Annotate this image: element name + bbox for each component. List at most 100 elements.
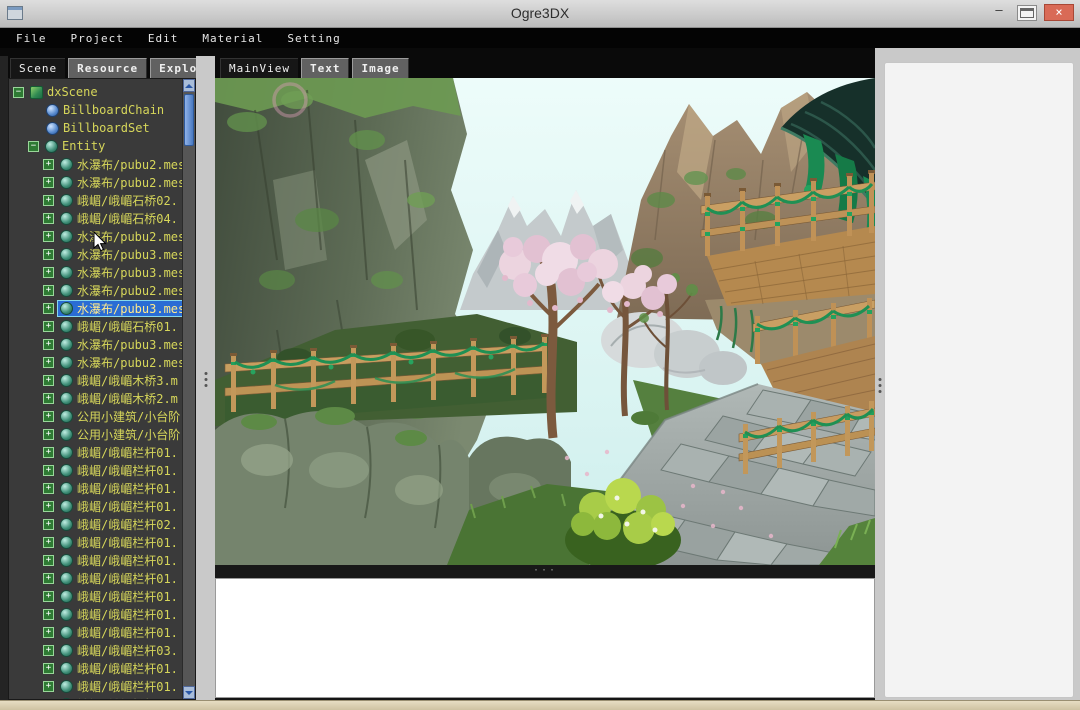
mesh-icon xyxy=(60,356,73,369)
plus-expander-icon[interactable]: + xyxy=(43,663,54,674)
tree-item-label: 峨嵋/峨嵋石桥02. xyxy=(76,192,178,209)
menu-item-setting[interactable]: Setting xyxy=(287,32,340,45)
tree-item[interactable]: +峨嵋/峨嵋栏杆01. xyxy=(9,443,182,461)
menu-item-project[interactable]: Project xyxy=(71,32,124,45)
mesh-icon xyxy=(60,410,73,423)
tree-item[interactable]: +水瀑布/pubu3.mes xyxy=(9,299,182,317)
tree-item[interactable]: +峨嵋/峨嵋栏杆01. xyxy=(9,551,182,569)
horizontal-splitter[interactable]: ··· xyxy=(215,565,875,578)
tree-item[interactable]: +峨嵋/峨嵋栏杆01. xyxy=(9,497,182,515)
close-button[interactable]: × xyxy=(1044,4,1074,21)
tree-item[interactable]: +水瀑布/pubu2.mes xyxy=(9,353,182,371)
plus-expander-icon[interactable]: + xyxy=(43,267,54,278)
plus-expander-icon[interactable]: + xyxy=(43,375,54,386)
plus-expander-icon[interactable]: + xyxy=(43,573,54,584)
tree-item[interactable]: +公用小建筑/小台阶 xyxy=(9,407,182,425)
window-title: Ogre3DX xyxy=(0,5,1080,21)
tree-item[interactable]: −Entity xyxy=(9,137,182,155)
tree-item[interactable]: +峨嵋/峨嵋木桥3.m xyxy=(9,371,182,389)
titlebar[interactable]: Ogre3DX — × xyxy=(0,0,1080,28)
mesh-icon xyxy=(60,230,73,243)
menu-item-file[interactable]: File xyxy=(16,32,47,45)
tree-item[interactable]: +峨嵋/峨嵋栏杆01. xyxy=(9,587,182,605)
plus-expander-icon[interactable]: + xyxy=(43,609,54,620)
tab-image[interactable]: Image xyxy=(352,58,408,78)
plus-expander-icon[interactable]: + xyxy=(43,321,54,332)
tree-item[interactable]: +峨嵋/峨嵋栏杆01. xyxy=(9,479,182,497)
tree-item[interactable]: BillboardChain xyxy=(9,101,182,119)
plus-expander-icon[interactable]: + xyxy=(43,699,54,700)
plus-expander-icon[interactable]: + xyxy=(43,285,54,296)
scrollbar-thumb[interactable] xyxy=(184,94,194,146)
tree-item[interactable]: +峨嵋/峨嵋石桥04. xyxy=(9,209,182,227)
minimize-button[interactable]: — xyxy=(988,4,1010,21)
mesh-icon xyxy=(60,572,73,585)
tree-item[interactable]: +水瀑布/pubu2.mes xyxy=(9,173,182,191)
menu-item-edit[interactable]: Edit xyxy=(148,32,179,45)
viewport-3d[interactable] xyxy=(215,78,875,565)
tree-item[interactable]: +水瀑布/pubu2.mes xyxy=(9,155,182,173)
tree-item[interactable]: +峨嵋/峨嵋栏杆01. xyxy=(9,659,182,677)
tree-item[interactable]: +水瀑布/pubu2.mes xyxy=(9,281,182,299)
plus-expander-icon[interactable]: + xyxy=(43,519,54,530)
plus-expander-icon[interactable]: + xyxy=(43,249,54,260)
tree-item[interactable]: −dxScene xyxy=(9,83,182,101)
minus-expander-icon[interactable]: − xyxy=(28,141,39,152)
tree-item[interactable]: +公用小建筑/小台阶 xyxy=(9,425,182,443)
plus-expander-icon[interactable]: + xyxy=(43,555,54,566)
tree-item[interactable]: +峨嵋/峨嵋木桥2.m xyxy=(9,389,182,407)
scrollbar-track[interactable] xyxy=(183,92,195,686)
plus-expander-icon[interactable]: + xyxy=(43,627,54,638)
tab-text[interactable]: Text xyxy=(301,58,350,78)
tree-item[interactable]: +峨嵋/峨嵋栏杆01. xyxy=(9,605,182,623)
plus-expander-icon[interactable]: + xyxy=(43,303,54,314)
right-splitter[interactable] xyxy=(875,62,884,698)
plus-expander-icon[interactable]: + xyxy=(43,339,54,350)
plus-expander-icon[interactable]: + xyxy=(43,195,54,206)
plus-expander-icon[interactable]: + xyxy=(43,537,54,548)
plus-expander-icon[interactable]: + xyxy=(43,429,54,440)
left-splitter[interactable] xyxy=(196,56,215,700)
plus-expander-icon[interactable]: + xyxy=(43,357,54,368)
plus-expander-icon[interactable]: + xyxy=(43,465,54,476)
plus-expander-icon[interactable]: + xyxy=(43,447,54,458)
plus-expander-icon[interactable]: + xyxy=(43,411,54,422)
maximize-button[interactable] xyxy=(1017,5,1037,21)
tree-item[interactable]: + 峨嵋/峨嵋石桥02. xyxy=(9,191,182,209)
tab-resource[interactable]: Resource xyxy=(68,58,147,78)
tree-item[interactable]: + 峨嵋/峨嵋栏杆01. xyxy=(9,677,182,695)
tree-item[interactable]: +峨嵋/峨嵋石桥01. xyxy=(9,317,182,335)
tree-item[interactable]: +峨嵋/峨嵋栏杆02. xyxy=(9,515,182,533)
tree-item[interactable]: +水瀑布/pubu3.mes xyxy=(9,335,182,353)
plus-expander-icon[interactable]: + xyxy=(43,231,54,242)
plus-expander-icon[interactable]: + xyxy=(43,213,54,224)
plus-expander-icon[interactable]: + xyxy=(43,681,54,692)
plus-expander-icon[interactable]: + xyxy=(43,483,54,494)
tab-mainview[interactable]: MainView xyxy=(220,58,298,78)
tree-item[interactable]: +峨嵋/峨嵋栏杆03. xyxy=(9,641,182,659)
tree-item-label: 峨嵋/峨嵋栏杆01. xyxy=(76,678,178,695)
tree-item-label: 峨嵋/峨嵋栏杆01. xyxy=(76,570,178,587)
scroll-up-arrow-icon[interactable] xyxy=(183,79,195,92)
main-tab-strip: MainViewTextImage xyxy=(215,56,875,78)
menu-item-material[interactable]: Material xyxy=(202,32,263,45)
plus-expander-icon[interactable]: + xyxy=(43,177,54,188)
tree-item[interactable]: +峨嵋/峨嵋栏杆01 xyxy=(9,695,182,699)
mesh-icon xyxy=(60,338,73,351)
tree-item[interactable]: BillboardSet xyxy=(9,119,182,137)
viewport-3d-scene[interactable] xyxy=(215,78,875,565)
plus-expander-icon[interactable]: + xyxy=(43,393,54,404)
tree-scrollbar[interactable] xyxy=(182,79,195,699)
minus-expander-icon[interactable]: − xyxy=(13,87,24,98)
plus-expander-icon[interactable]: + xyxy=(43,645,54,656)
plus-expander-icon[interactable]: + xyxy=(43,591,54,602)
tree-item[interactable]: + 峨嵋/峨嵋栏杆01. xyxy=(9,569,182,587)
plus-expander-icon[interactable]: + xyxy=(43,159,54,170)
tree-item[interactable]: +峨嵋/峨嵋栏杆01. xyxy=(9,623,182,641)
tab-scene[interactable]: Scene xyxy=(10,58,65,78)
tree-item[interactable]: +峨嵋/峨嵋栏杆01. xyxy=(9,461,182,479)
tree-item[interactable]: +峨嵋/峨嵋栏杆01. xyxy=(9,533,182,551)
scroll-down-arrow-icon[interactable] xyxy=(183,686,195,699)
plus-expander-icon[interactable]: + xyxy=(43,501,54,512)
tree-item[interactable]: +水瀑布/pubu3.mes xyxy=(9,263,182,281)
